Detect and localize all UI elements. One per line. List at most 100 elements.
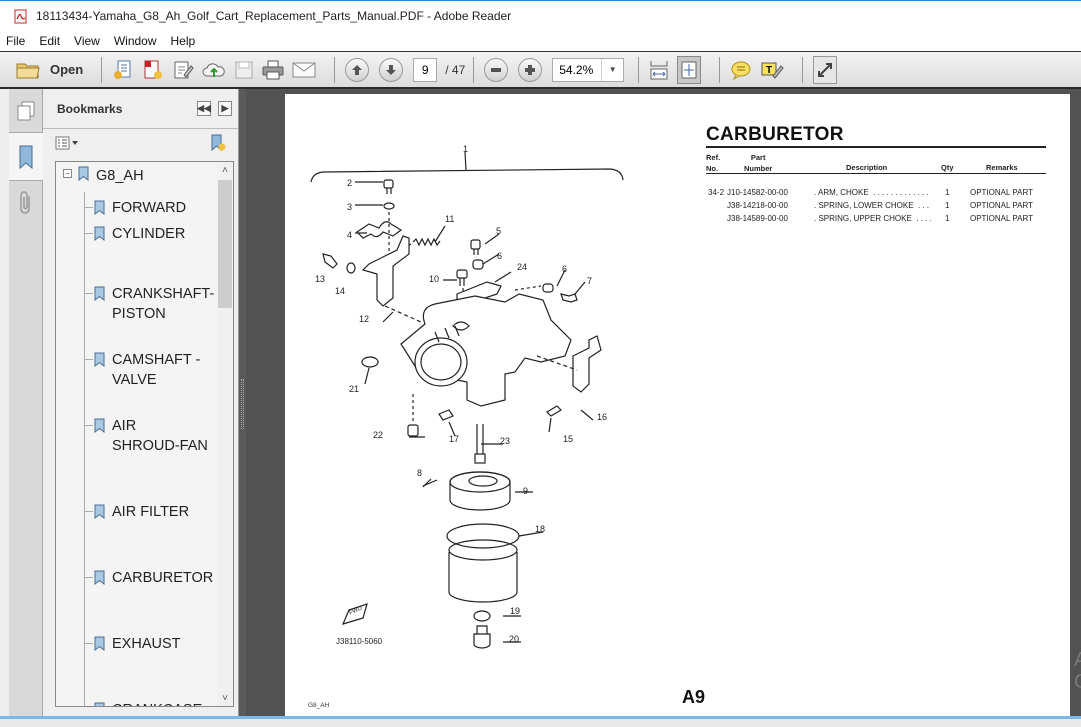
bookmark-icon bbox=[94, 702, 105, 706]
bookmark-item[interactable]: CAMSHAFT - VALVE bbox=[112, 350, 200, 390]
part-16-bracket bbox=[572, 335, 602, 393]
parts-cell-qty: 1 bbox=[945, 201, 950, 210]
bookmark-root[interactable]: G8_AH bbox=[96, 166, 144, 186]
menu-file[interactable]: File bbox=[0, 34, 33, 48]
bookmarks-scrollbar[interactable]: ˄ ˅ bbox=[217, 162, 233, 706]
fullscreen-button[interactable] bbox=[813, 55, 838, 84]
tree-connector bbox=[85, 293, 93, 294]
scrollbar-thumb[interactable] bbox=[218, 180, 232, 308]
parts-cell-ref: 34-2 bbox=[708, 188, 725, 197]
cloud-upload-icon bbox=[202, 62, 225, 77]
collapse-panel-button[interactable]: ◀◀ bbox=[197, 101, 211, 116]
scroll-up-icon[interactable]: ˄ bbox=[217, 162, 233, 178]
part-13-screw bbox=[322, 253, 338, 269]
print-button[interactable] bbox=[262, 56, 284, 84]
scroll-down-icon[interactable]: ˅ bbox=[217, 690, 233, 706]
part-18-gasket bbox=[446, 523, 520, 549]
part-2-screw bbox=[383, 179, 394, 189]
footer-model: G8_AH bbox=[308, 702, 330, 709]
pages-tab[interactable] bbox=[9, 89, 43, 133]
bookmark-item[interactable]: CRANKSHAFT- PISTON bbox=[112, 284, 214, 324]
callout-label: 11 bbox=[445, 214, 455, 224]
tree-connector bbox=[85, 425, 93, 426]
bookmark-item[interactable]: FORWARD bbox=[112, 198, 186, 218]
menu-edit[interactable]: Edit bbox=[33, 34, 68, 48]
new-bookmark-icon bbox=[211, 134, 226, 152]
page-total: / 47 bbox=[445, 62, 466, 77]
bookmarks-tree: − G8_AH FORWARD CYLINDER CRANKSHAFT- PISTO… bbox=[55, 161, 234, 707]
highlight-text-button[interactable]: T bbox=[760, 56, 784, 84]
list-options-icon bbox=[55, 136, 78, 150]
parts-cell-description: . SPRING, LOWER CHOKE . . . bbox=[814, 201, 930, 210]
menu-view[interactable]: View bbox=[68, 34, 108, 48]
callout-label: 2 bbox=[347, 178, 353, 188]
callout-label: 13 bbox=[315, 274, 326, 284]
toolbar-separator bbox=[473, 56, 475, 83]
bookmark-item[interactable]: CRANKCASE bbox=[112, 700, 202, 706]
part-17-screw bbox=[438, 409, 454, 421]
callout-label: 22 bbox=[373, 430, 384, 440]
pdf-app-icon bbox=[14, 9, 28, 24]
zoom-out-button[interactable] bbox=[484, 57, 509, 82]
callout-label: 4 bbox=[347, 230, 353, 240]
parts-cell-remarks: OPTIONAL PART bbox=[970, 188, 1033, 197]
save-button[interactable] bbox=[234, 56, 254, 84]
page-label: A9 bbox=[682, 687, 706, 707]
part-21-washer bbox=[361, 356, 379, 368]
open-label: Open bbox=[50, 62, 84, 77]
upload-button[interactable] bbox=[202, 56, 226, 84]
bookmark-item[interactable]: CYLINDER bbox=[112, 224, 185, 244]
part-6-spring bbox=[472, 259, 484, 270]
panel-splitter[interactable] bbox=[239, 89, 246, 716]
bookmark-item[interactable]: AIR SHROUD-FAN bbox=[112, 416, 208, 456]
comment-button[interactable] bbox=[730, 56, 752, 84]
carburetor-intake bbox=[414, 337, 468, 387]
expand-icon bbox=[818, 62, 833, 77]
bookmark-item[interactable]: CARBURETOR bbox=[112, 568, 213, 588]
email-button[interactable] bbox=[292, 56, 316, 84]
page-number-input[interactable]: 9 bbox=[413, 57, 438, 82]
new-bookmark-button[interactable] bbox=[209, 134, 227, 157]
bookmark-item[interactable]: EXHAUST bbox=[112, 634, 181, 654]
sign-button[interactable] bbox=[172, 56, 194, 84]
document-viewer[interactable]: CARBURETOR Ref. No. Part Number Descript… bbox=[246, 89, 1081, 716]
fit-width-button[interactable] bbox=[649, 56, 669, 84]
next-page-button[interactable] bbox=[379, 57, 404, 82]
open-button[interactable]: Open bbox=[16, 56, 83, 84]
bookmark-item[interactable]: AIR FILTER bbox=[112, 502, 189, 522]
chevron-down-icon[interactable]: ▼ bbox=[601, 58, 623, 81]
part-5-screw bbox=[470, 239, 481, 250]
attachments-tab[interactable] bbox=[9, 181, 43, 225]
toolbar-separator bbox=[638, 56, 640, 83]
menu-help[interactable]: Help bbox=[165, 34, 204, 48]
fit-page-button[interactable] bbox=[677, 55, 702, 84]
parts-cell-remarks: OPTIONAL PART bbox=[970, 201, 1033, 210]
convert-pdf-button[interactable] bbox=[142, 56, 164, 84]
envelope-icon bbox=[292, 62, 316, 77]
parts-cell-description: . ARM, CHOKE . . . . . . . . . . . . . bbox=[814, 188, 929, 197]
part-4-clamp bbox=[356, 221, 403, 239]
part-23-bolt bbox=[476, 424, 484, 454]
callout-label: 20 bbox=[509, 634, 520, 644]
parts-cell-part: J38-14218-00-00 bbox=[727, 201, 788, 210]
zoom-level-select[interactable]: 54.2% ▼ bbox=[552, 57, 625, 82]
bookmarks-tab[interactable] bbox=[9, 133, 43, 181]
collapse-toggle[interactable]: − bbox=[63, 169, 72, 178]
menu-window[interactable]: Window bbox=[108, 34, 165, 48]
zoom-in-button[interactable] bbox=[518, 57, 543, 82]
activation-watermark: A G bbox=[1074, 649, 1081, 693]
toolbar: Open 9 / 47 54.2% ▼ T bbox=[0, 51, 1081, 89]
folder-icon bbox=[16, 63, 40, 78]
callout-label: 10 bbox=[429, 274, 440, 284]
tree-guide-line bbox=[84, 192, 85, 706]
create-pdf-button[interactable] bbox=[112, 56, 134, 84]
toolbar-separator bbox=[101, 56, 103, 83]
panel-options-button[interactable]: ▶ bbox=[218, 101, 232, 116]
toolbar-separator bbox=[334, 56, 336, 83]
splitter-grip[interactable] bbox=[241, 379, 244, 429]
callout-label: 15 bbox=[563, 434, 574, 444]
window-title: 18113434-Yamaha_G8_Ah_Golf_Cart_Replacem… bbox=[36, 9, 512, 23]
parts-cell-part: J10-14582-00-00 bbox=[727, 188, 788, 197]
previous-page-button[interactable] bbox=[345, 57, 370, 82]
options-menu-button[interactable] bbox=[55, 136, 79, 155]
